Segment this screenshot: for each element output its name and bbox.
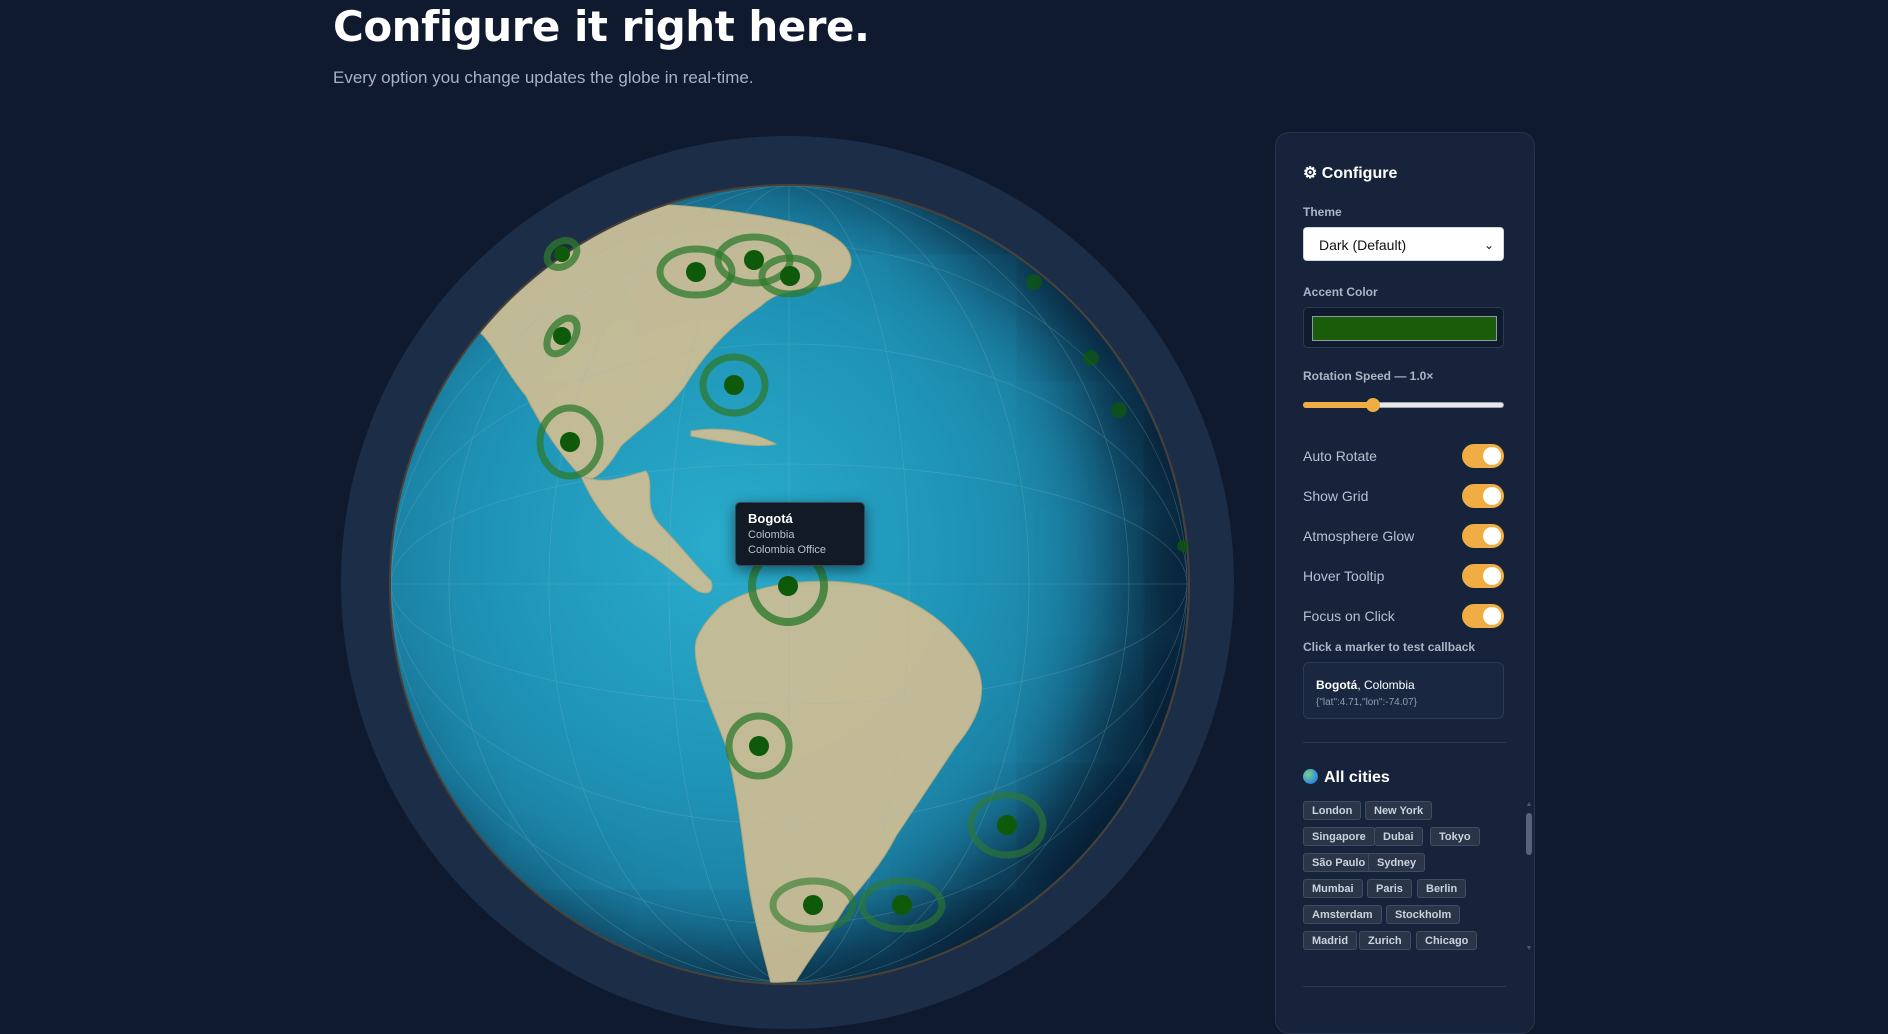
divider — [1303, 986, 1506, 987]
theme-label: Theme — [1303, 205, 1342, 219]
chevron-down-icon: ⌄ — [1483, 238, 1494, 252]
page-subtitle: Every option you change updates the glob… — [333, 68, 754, 87]
city-chip[interactable]: Madrid — [1303, 931, 1358, 950]
toggle-hover-tooltip[interactable]: Hover Tooltip — [1303, 564, 1506, 590]
toggle-label: Auto Rotate — [1303, 448, 1377, 464]
accent-color-label: Accent Color — [1303, 285, 1378, 299]
marker[interactable] — [725, 712, 793, 780]
accent-color-picker[interactable] — [1303, 307, 1504, 348]
toggle-knob — [1483, 487, 1501, 505]
slider-fill — [1303, 402, 1374, 408]
marker[interactable] — [542, 235, 582, 273]
all-cities-label: All cities — [1324, 769, 1390, 786]
accent-color-swatch — [1312, 316, 1497, 341]
marker[interactable] — [536, 404, 604, 480]
scrollbar-thumb[interactable] — [1526, 813, 1532, 855]
globe-icon — [1303, 769, 1318, 784]
toggle-auto-rotate[interactable]: Auto Rotate — [1303, 444, 1506, 470]
toggle-switch[interactable] — [1462, 524, 1504, 548]
toggle-show-grid[interactable]: Show Grid — [1303, 484, 1506, 510]
scroll-down-icon[interactable]: ▼ — [1525, 945, 1533, 952]
city-chip-list[interactable]: London New York Singapore Dubai Tokyo Sã… — [1303, 801, 1499, 953]
city-chip[interactable]: Paris — [1367, 879, 1412, 898]
rotation-speed-slider[interactable] — [1303, 395, 1504, 415]
page-title: Configure it right here. — [333, 2, 870, 51]
configure-panel: ⚙ Configure Theme Dark (Default) ⌄ Accen… — [1275, 132, 1535, 1034]
toggle-switch[interactable] — [1462, 444, 1504, 468]
toggle-switch[interactable] — [1462, 484, 1504, 508]
marker[interactable] — [699, 353, 769, 417]
toggle-focus-on-click[interactable]: Focus on Click — [1303, 604, 1506, 630]
toggle-atmosphere-glow[interactable]: Atmosphere Glow — [1303, 524, 1506, 550]
marker[interactable] — [858, 877, 946, 933]
toggle-switch[interactable] — [1462, 604, 1504, 628]
city-chip[interactable]: Zurich — [1359, 931, 1411, 950]
city-chip[interactable]: Tokyo — [1430, 827, 1480, 846]
toggle-switch[interactable] — [1462, 564, 1504, 588]
city-chip[interactable]: Amsterdam — [1303, 905, 1382, 924]
callback-label: Click a marker to test callback — [1303, 640, 1476, 654]
city-chip[interactable]: London — [1303, 801, 1362, 820]
globe-viewer[interactable] — [341, 136, 1234, 1029]
slider-thumb[interactable] — [1366, 398, 1381, 412]
tooltip-office: Colombia Office — [748, 544, 827, 556]
city-chip[interactable]: Dubai — [1374, 827, 1423, 846]
toggle-label: Hover Tooltip — [1303, 568, 1385, 584]
marker[interactable] — [967, 791, 1047, 859]
tooltip-country: Colombia — [748, 529, 795, 541]
city-chip[interactable]: Singapore — [1303, 827, 1375, 846]
marker[interactable] — [541, 313, 584, 360]
callback-city: Bogotá — [1316, 678, 1358, 692]
city-chip[interactable]: São Paulo — [1303, 853, 1375, 872]
rotation-speed-label: Rotation Speed — 1.0× — [1303, 369, 1434, 383]
scroll-up-icon[interactable]: ▲ — [1525, 801, 1533, 808]
toggle-knob — [1483, 567, 1501, 585]
city-list-scrollbar[interactable]: ▲ ▼ — [1525, 801, 1533, 953]
callback-output: Bogotá, Colombia {"lat":4.71,"lon":-74.0… — [1303, 662, 1504, 719]
toggle-label: Atmosphere Glow — [1303, 528, 1415, 544]
toggle-knob — [1483, 607, 1501, 625]
all-cities-title: All cities — [1303, 769, 1390, 787]
panel-title: ⚙ Configure — [1303, 165, 1398, 182]
toggle-label: Show Grid — [1303, 488, 1369, 504]
callback-country: , Colombia — [1357, 678, 1415, 692]
tooltip-city: Bogotá — [748, 511, 793, 526]
callback-coords: {"lat":4.71,"lon":-74.07} — [1316, 697, 1417, 708]
theme-select[interactable]: Dark (Default) ⌄ — [1303, 227, 1504, 261]
city-chip[interactable]: Berlin — [1417, 879, 1467, 898]
theme-select-value: Dark (Default) — [1319, 237, 1407, 253]
city-chip[interactable]: Chicago — [1416, 931, 1478, 950]
toggle-knob — [1483, 447, 1501, 465]
city-chip[interactable]: Mumbai — [1303, 879, 1363, 898]
marker[interactable] — [769, 877, 857, 933]
city-chip[interactable]: Sydney — [1368, 853, 1426, 872]
markers-layer — [536, 233, 1189, 933]
toggle-label: Focus on Click — [1303, 608, 1395, 624]
city-chip[interactable]: New York — [1365, 801, 1433, 820]
marker[interactable] — [1026, 274, 1189, 552]
toggle-knob — [1483, 527, 1501, 545]
city-chip[interactable]: Stockholm — [1386, 905, 1461, 924]
divider — [1303, 742, 1506, 743]
marker-tooltip: Bogotá Colombia Colombia Office — [735, 502, 865, 566]
